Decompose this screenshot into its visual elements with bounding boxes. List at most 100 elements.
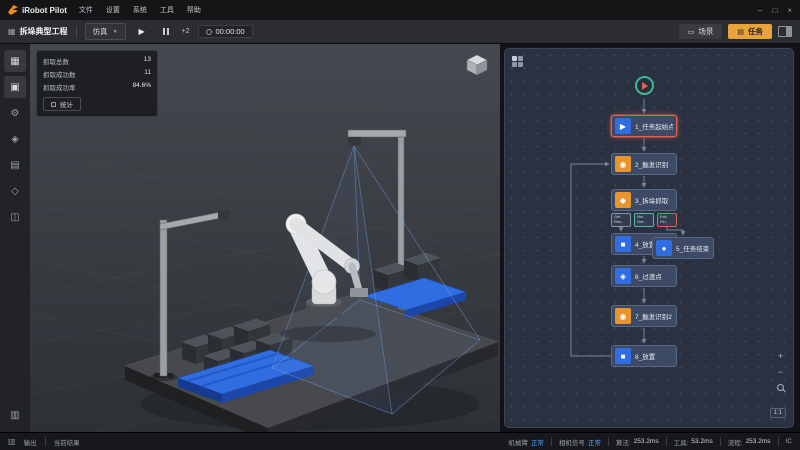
place-icon: ■: [615, 348, 631, 364]
recognition-icon: ◉: [615, 308, 631, 324]
task-icon: ▤: [737, 28, 744, 36]
view-gizmo[interactable]: [464, 52, 490, 78]
zoom-out-icon[interactable]: −: [778, 368, 783, 376]
menu-tools[interactable]: 工具: [160, 5, 174, 15]
canvas-zoom-tools: + −: [777, 352, 784, 391]
scene-icon: ▭: [688, 28, 695, 36]
minimize-icon[interactable]: –: [758, 6, 762, 15]
toolbar: ▦ 拆垛典型工程 仿真 ▼ ▶ +2 00:00:00 ▭ 场景 ▤ 任务: [0, 20, 800, 44]
flow-node-transition-point[interactable]: ◈ 6_过渡点: [611, 265, 677, 287]
model-library-icon: ▣: [10, 82, 19, 93]
project-title: 拆垛典型工程: [20, 26, 68, 37]
stats-total-value: 13: [144, 56, 151, 66]
panel-overview-icon[interactable]: [512, 56, 523, 67]
tool-time: 工具: 53.2ms: [674, 437, 713, 447]
output-tab[interactable]: 输出: [24, 437, 37, 447]
flow-node-depalletize-grab[interactable]: ◆ 3_拆垛抓取: [611, 189, 677, 211]
statusbar: ▥ 输出 当前结果 机械臂 正常 相机信号 正常 算法: 253.2ms 工具:…: [0, 432, 800, 450]
timer-value: 00:00:00: [216, 27, 245, 36]
task-view-button[interactable]: ▤ 任务: [728, 24, 772, 39]
start-play-icon: [642, 82, 648, 90]
flow-node-trigger-recognition[interactable]: ◉ 2_触发识别: [611, 153, 677, 175]
sidebar-calibration-button[interactable]: ◇: [4, 180, 26, 202]
divider: [45, 437, 46, 446]
flow-node-task-end[interactable]: ● 5_任务结束: [652, 237, 714, 259]
node-label: 7_触发识别2: [635, 311, 672, 321]
sidebar-statistics-button[interactable]: ▤: [4, 154, 26, 176]
ime-indicator: IC: [786, 438, 793, 445]
magnifier-icon[interactable]: [777, 384, 784, 391]
sim-mode-dropdown[interactable]: 仿真 ▼: [85, 23, 126, 40]
close-icon[interactable]: ×: [787, 6, 792, 15]
sidebar-scene-tree-button[interactable]: ▦: [4, 50, 26, 72]
node-label: 6_过渡点: [635, 271, 662, 281]
app-name: iRobot Pilot: [22, 6, 67, 15]
camera-right-icon: [348, 137, 361, 146]
project-chip: ▦ 拆垛典型工程: [8, 26, 68, 37]
stats-row-success: 抓取成功数 11: [43, 69, 151, 79]
pause-icon: [163, 28, 165, 35]
stats-panel: 抓取总数 13 抓取成功数 11 抓取成功率 84.6% 统计: [36, 50, 158, 117]
sidebar-settings-button[interactable]: ⚙: [4, 102, 26, 124]
app-logo: iRobot Pilot: [8, 5, 67, 15]
stats-rate-value: 84.6%: [133, 82, 151, 92]
flow-node-trigger-recognition-2[interactable]: ◉ 7_触发识别2: [611, 305, 677, 327]
sidebar-model-library-button[interactable]: ▣: [4, 76, 26, 98]
branch-tab-exit-finish[interactable]: Exit Fin..: [657, 213, 677, 227]
node-label: 2_触发识别: [635, 159, 668, 169]
stats-success-label: 抓取成功数: [43, 69, 76, 79]
node-label: 5_任务结束: [676, 243, 709, 253]
chevron-down-icon: ▼: [113, 29, 118, 35]
task-panel-wrap: ▶ 1_任务起始点 ◉ 2_触发识别 ◆ 3_拆垛抓取 Get Res.. No…: [500, 44, 800, 432]
recognition-icon: ◉: [615, 156, 631, 172]
flow-node-place-2[interactable]: ■ 8_放置: [611, 345, 677, 367]
task-end-icon: ●: [656, 240, 672, 256]
current-result-tab[interactable]: 当前结果: [54, 437, 80, 447]
menu-file[interactable]: 文件: [79, 5, 93, 15]
camera-status: 相机信号 正常: [559, 437, 601, 447]
statistics-icon: [51, 102, 56, 107]
algorithm-time: 算法: 253.2ms: [616, 437, 659, 447]
panel-layout-button[interactable]: [778, 26, 792, 37]
zoom-in-icon[interactable]: +: [778, 352, 783, 360]
main-area: ▦ ▣ ⚙ ◈ ▤ ◇ ◫ ▥: [0, 44, 800, 432]
sidebar-io-monitor-button[interactable]: ◫: [4, 206, 26, 228]
task-flow-panel[interactable]: ▶ 1_任务起始点 ◉ 2_触发识别 ◆ 3_拆垛抓取 Get Res.. No…: [504, 48, 794, 428]
menu-bar: 文件 设置 系统 工具 帮助: [79, 5, 201, 15]
timer-chip: 00:00:00: [198, 25, 253, 38]
window-controls: – □ ×: [758, 6, 792, 15]
flow-node-task-start[interactable]: ▶ 1_任务起始点: [611, 115, 677, 137]
stats-rate-label: 抓取成功率: [43, 82, 76, 92]
sidebar-console-button[interactable]: ▥: [4, 404, 26, 426]
scene-tree-icon: ▦: [10, 56, 19, 67]
statistics-label: 统计: [60, 99, 73, 109]
output-icon[interactable]: ▥: [8, 437, 16, 446]
flow-start-node[interactable]: [635, 76, 654, 95]
titlebar: iRobot Pilot 文件 设置 系统 工具 帮助 – □ ×: [0, 0, 800, 20]
sim-mode-label: 仿真: [93, 26, 108, 37]
scene-view-button[interactable]: ▭ 场景: [679, 24, 723, 39]
trajectory-icon: ◈: [11, 134, 19, 145]
clock-icon: [206, 29, 212, 35]
pause-button[interactable]: [158, 24, 174, 40]
branch-tab-get-result[interactable]: Get Res..: [611, 213, 631, 227]
zoom-reset-button[interactable]: 1:1: [770, 408, 786, 418]
speed-indicator[interactable]: +2: [182, 28, 190, 35]
sidebar-trajectory-button[interactable]: ◈: [4, 128, 26, 150]
cycle-time: 流程: 253.2ms: [728, 437, 771, 447]
play-button[interactable]: ▶: [134, 24, 150, 40]
branch-tab-not-get[interactable]: Not Get..: [634, 213, 654, 227]
view-switcher: ▭ 场景 ▤ 任务: [679, 24, 792, 39]
gripper: [350, 288, 368, 297]
app-logo-icon: [8, 5, 18, 15]
statistics-button[interactable]: 统计: [43, 97, 81, 111]
menu-system[interactable]: 系统: [133, 5, 147, 15]
stats-row-total: 抓取总数 13: [43, 56, 151, 66]
status-metrics: 机械臂 正常 相机信号 正常 算法: 253.2ms 工具: 53.2ms 流程…: [508, 437, 792, 447]
maximize-icon[interactable]: □: [772, 6, 777, 15]
task-start-icon: ▶: [615, 118, 631, 134]
menu-help[interactable]: 帮助: [187, 5, 201, 15]
app-window: iRobot Pilot 文件 设置 系统 工具 帮助 – □ × ▦ 拆垛典型…: [0, 0, 800, 450]
viewport-3d[interactable]: 抓取总数 13 抓取成功数 11 抓取成功率 84.6% 统计: [30, 44, 500, 432]
menu-settings[interactable]: 设置: [106, 5, 120, 15]
